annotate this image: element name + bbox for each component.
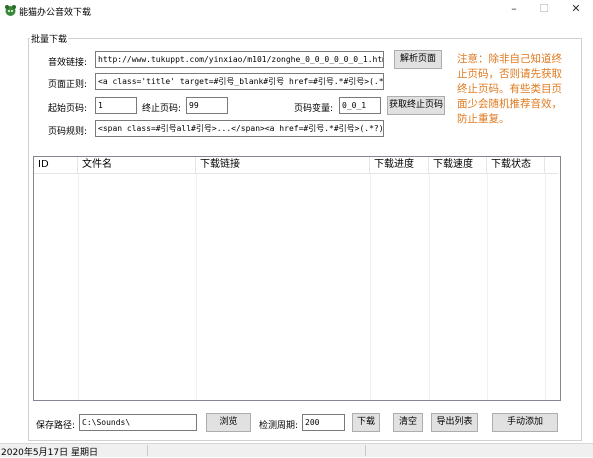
grid-line [487,174,488,400]
start-page-input[interactable]: 1 [95,97,137,114]
export-list-button[interactable]: 导出列表 [431,413,478,432]
manual-add-button[interactable]: 手动添加 [492,413,558,432]
page-var-label: 页码变量: [294,104,334,114]
download-table[interactable]: ID 文件名 下载链接 下载进度 下载速度 下载状态 [33,156,561,401]
panda-app-icon [5,5,16,16]
title-bar: 能猫办公音效下载 – ☐ ✕ [0,0,593,22]
download-button[interactable]: 下载 [352,413,380,432]
grid-line [429,174,430,400]
window-title: 能猫办公音效下载 [19,8,92,18]
grid-line [370,174,371,400]
page-rule-label: 页码规则: [48,127,88,137]
save-path-label: 保存路径: [36,421,76,431]
parse-page-button[interactable]: 解析页面 [394,50,442,69]
clear-button[interactable]: 清空 [393,413,423,432]
interval-label: 检测周期: [259,421,299,431]
grid-line [196,174,197,400]
end-page-label: 终止页码: [142,104,182,114]
status-separator [147,445,148,456]
browse-button[interactable]: 浏览 [206,413,251,432]
status-bar: 2020年5月17日 星期日 [0,443,593,458]
column-header-status[interactable]: 下载状态 [487,157,545,173]
column-header-link[interactable]: 下载链接 [196,157,370,173]
grid-line [78,174,79,400]
maximize-button[interactable]: ☐ [526,0,562,20]
sound-link-label: 音效链接: [48,58,88,68]
column-header-speed[interactable]: 下载速度 [429,157,487,173]
page-rule-input[interactable]: <span class=#引号all#引号>...</span><a href=… [95,120,384,137]
page-regex-label: 页面正则: [48,80,88,90]
status-date: 2020年5月17日 星期日 [1,448,98,458]
start-page-label: 起始页码: [48,104,88,114]
close-button[interactable]: ✕ [558,0,593,20]
grid-line [545,174,546,400]
warning-note: 注意：除非自己知道终止页码，否则请先获取终止页码。有些类目页面少会随机推荐音效，… [457,53,562,125]
page-regex-input[interactable]: <a class='title' target=#引号_blank#引号 hre… [95,73,384,90]
page-var-input[interactable]: 0_0_1 [339,97,381,114]
status-separator [365,445,366,456]
column-header-filename[interactable]: 文件名 [78,157,196,173]
column-header-id[interactable]: ID [34,157,78,173]
end-page-input[interactable]: 99 [186,97,228,114]
column-header-progress[interactable]: 下载进度 [370,157,429,173]
save-path-input[interactable]: C:\Sounds\ [79,414,197,431]
get-end-page-button[interactable]: 获取终止页码 [387,96,445,115]
sound-link-input[interactable]: http://www.tukuppt.com/yinxiao/m101/zong… [95,51,384,68]
interval-input[interactable]: 200 [302,414,345,431]
group-title: 批量下载 [30,32,69,45]
table-header: ID 文件名 下载链接 下载进度 下载速度 下载状态 [34,157,558,174]
